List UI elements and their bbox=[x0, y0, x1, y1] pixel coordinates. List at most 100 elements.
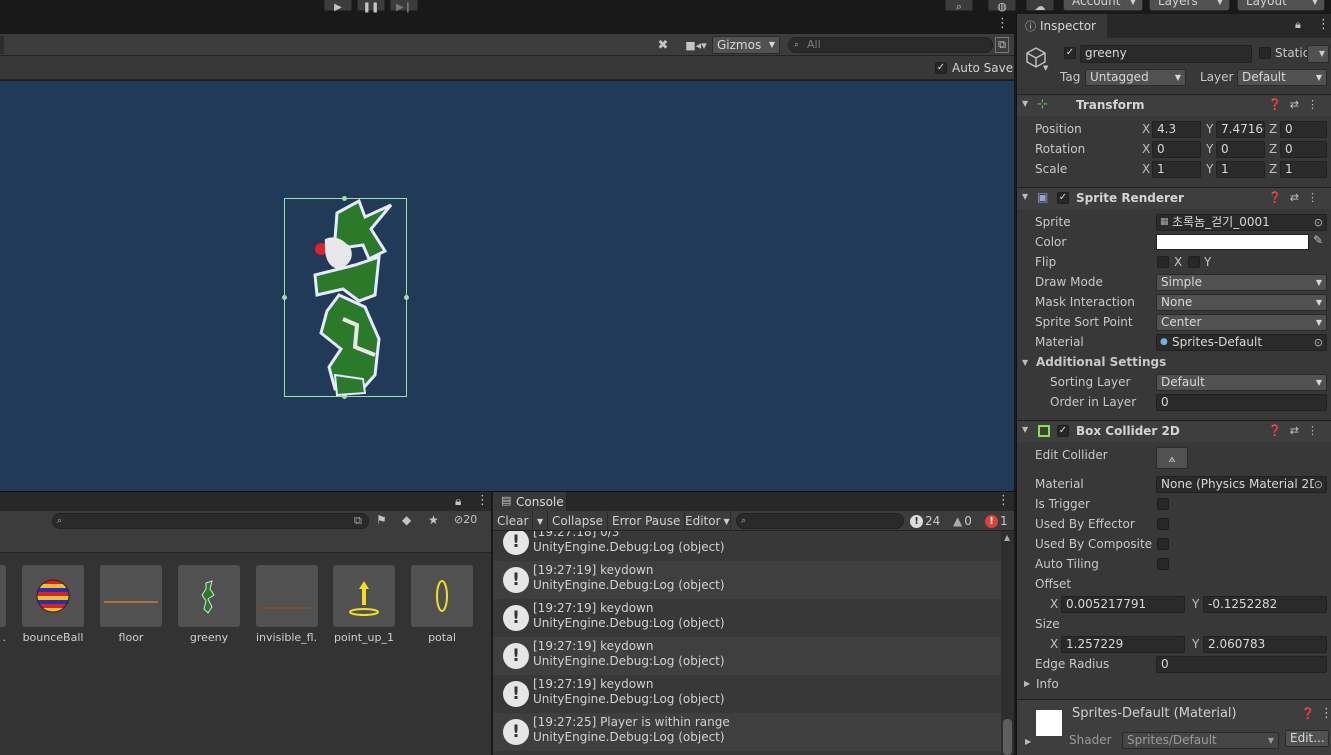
help-icon[interactable]: ❓ bbox=[1268, 424, 1290, 437]
mask-interaction-dropdown[interactable]: None ▼ bbox=[1156, 294, 1327, 311]
label-icon[interactable]: ◆ bbox=[402, 513, 411, 527]
component-actions[interactable]: ❓⇄⋮ bbox=[1268, 191, 1326, 204]
rotation-z-field[interactable]: 0 bbox=[1280, 141, 1327, 158]
filter-type-icon[interactable]: ⚑ bbox=[376, 513, 387, 527]
autosave-checkbox[interactable]: ✓ bbox=[935, 62, 947, 74]
chevron-up-icon[interactable]: ▲ bbox=[1004, 533, 1010, 542]
clear-button[interactable]: Clear bbox=[493, 511, 533, 531]
pause-button[interactable]: ❚❚ bbox=[357, 0, 385, 13]
lock-icon[interactable]: 🔒︎ bbox=[455, 494, 461, 509]
component-actions[interactable]: ❓⇄⋮ bbox=[1268, 98, 1326, 111]
collab-button[interactable]: ◍ bbox=[988, 0, 1016, 13]
project-search-input[interactable]: ⌕ ⧉ bbox=[52, 513, 369, 529]
chevron-right-icon[interactable]: ▶ bbox=[1024, 679, 1030, 688]
position-y-field[interactable]: 7.47160 bbox=[1216, 121, 1265, 138]
used-by-composite-checkbox[interactable] bbox=[1157, 538, 1169, 550]
asset-item[interactable]: potal bbox=[411, 565, 473, 644]
is-trigger-checkbox[interactable] bbox=[1157, 498, 1169, 510]
more-menu-icon[interactable]: ⋮ bbox=[1307, 98, 1326, 111]
help-icon[interactable]: ❓ bbox=[1301, 707, 1315, 720]
editor-dropdown[interactable]: Editor ▼ bbox=[681, 511, 731, 531]
layers-dropdown[interactable]: Layers ▼ bbox=[1149, 0, 1230, 11]
transform-header[interactable]: ▼ ⊹ Transform ❓⇄⋮ bbox=[1017, 94, 1331, 116]
more-menu-icon[interactable]: ⋮ bbox=[997, 493, 1010, 508]
scale-y-field[interactable]: 1 bbox=[1216, 161, 1265, 178]
static-dropdown[interactable]: ▼ bbox=[1307, 45, 1329, 63]
help-icon[interactable]: ❓ bbox=[1268, 191, 1290, 204]
log-entry[interactable]: ! [19:27:19] keydown UnityEngine.Debug:L… bbox=[493, 561, 1001, 599]
scene-search-input[interactable]: ⌕ All bbox=[788, 37, 993, 53]
box-collider-enabled-checkbox[interactable]: ✓ bbox=[1057, 425, 1069, 437]
asset-item[interactable]: point_up_1 bbox=[333, 565, 395, 644]
info-foldout[interactable]: Info bbox=[1036, 677, 1059, 691]
more-menu-icon[interactable]: ⋮ bbox=[1317, 17, 1330, 32]
error-pause-toggle[interactable]: Error Pause bbox=[608, 511, 686, 531]
object-name-field[interactable]: greeny bbox=[1080, 45, 1252, 63]
more-menu-icon[interactable]: ⋮ bbox=[1307, 191, 1326, 204]
draw-mode-dropdown[interactable]: Simple ▼ bbox=[1156, 274, 1327, 291]
layer-dropdown[interactable]: Default ▼ bbox=[1237, 69, 1327, 86]
help-icon[interactable]: ❓ bbox=[1268, 98, 1290, 111]
warning-count-toggle[interactable]: ▲ 0 bbox=[953, 512, 972, 530]
size-x-field[interactable]: 1.257229 bbox=[1061, 636, 1185, 653]
tab-inspector[interactable]: ⓘ Inspector bbox=[1017, 14, 1107, 38]
star-icon[interactable]: ★ bbox=[428, 513, 439, 527]
more-menu-icon[interactable]: ⋮ bbox=[1307, 424, 1326, 437]
static-checkbox[interactable] bbox=[1259, 47, 1271, 59]
chevron-down-icon[interactable]: ▼ bbox=[1022, 358, 1028, 367]
sprite-field[interactable]: ▦ 초록놈_걷기_0001 ⊙ bbox=[1156, 214, 1327, 231]
sorting-layer-dropdown[interactable]: Default ▼ bbox=[1156, 374, 1327, 391]
rotation-y-field[interactable]: 0 bbox=[1216, 141, 1265, 158]
selection-bounds[interactable] bbox=[282, 196, 409, 399]
edit-collider-button[interactable]: ⟑ bbox=[1156, 447, 1188, 469]
asset-item[interactable]: greeny bbox=[178, 565, 240, 644]
scrollbar-thumb[interactable] bbox=[1003, 719, 1012, 755]
tab-console[interactable]: ▤ Console bbox=[493, 492, 567, 512]
chevron-down-icon[interactable]: ▼ bbox=[1043, 64, 1048, 72]
rotation-x-field[interactable]: 0 bbox=[1152, 141, 1201, 158]
gizmos-dropdown[interactable]: Gizmos ▼ bbox=[712, 36, 780, 54]
log-count-toggle[interactable]: ! 24 bbox=[910, 512, 940, 530]
scale-z-field[interactable]: 1 bbox=[1280, 161, 1327, 178]
resize-handle[interactable] bbox=[404, 295, 409, 300]
collapse-toggle[interactable]: Collapse bbox=[548, 511, 608, 531]
box-collider-header[interactable]: ▼ ✓ Box Collider 2D ❓⇄⋮ bbox=[1017, 420, 1331, 442]
tools-icon[interactable]: ✖ bbox=[654, 36, 672, 54]
asset-item[interactable]: floor bbox=[100, 565, 162, 644]
log-entry[interactable]: ! [19:27:19] keydown UnityEngine.Debug:L… bbox=[493, 599, 1001, 637]
play-button[interactable]: ▶ bbox=[324, 0, 352, 13]
presets-icon[interactable]: ⇄ bbox=[1290, 424, 1307, 437]
account-dropdown[interactable]: Account ▼ bbox=[1063, 0, 1143, 11]
additional-settings-foldout[interactable]: Additional Settings bbox=[1036, 355, 1166, 369]
object-picker-icon[interactable]: ⊙ bbox=[1314, 335, 1323, 350]
presets-icon[interactable]: ⇄ bbox=[1290, 98, 1307, 111]
collider-material-field[interactable]: None (Physics Material 2D) ⊙ bbox=[1156, 476, 1327, 493]
log-entry[interactable]: ! [19:27:18] 0/3 UnityEngine.Debug:Log (… bbox=[493, 531, 1001, 561]
eyedropper-icon[interactable]: ✎ bbox=[1313, 233, 1323, 247]
console-scrollbar[interactable]: ▲ bbox=[1001, 531, 1014, 755]
resize-handle[interactable] bbox=[282, 295, 287, 300]
chevron-right-icon[interactable]: ▶ bbox=[1025, 737, 1031, 746]
size-y-field[interactable]: 2.060783 bbox=[1203, 636, 1327, 653]
step-button[interactable]: ▶❙ bbox=[390, 0, 418, 13]
hidden-count[interactable]: ⊘20 bbox=[454, 513, 477, 526]
active-checkbox[interactable]: ✓ bbox=[1064, 47, 1076, 59]
shader-dropdown[interactable]: Sprites/Default ▼ bbox=[1122, 732, 1279, 749]
offset-x-field[interactable]: 0.005217791 bbox=[1061, 596, 1185, 613]
more-menu-icon[interactable]: ⋮ bbox=[1320, 706, 1331, 721]
order-in-layer-field[interactable]: 0 bbox=[1156, 394, 1327, 411]
sprite-renderer-enabled-checkbox[interactable]: ✓ bbox=[1057, 192, 1069, 204]
used-by-effector-checkbox[interactable] bbox=[1157, 518, 1169, 530]
position-z-field[interactable]: 0 bbox=[1280, 121, 1327, 138]
edge-radius-field[interactable]: 0 bbox=[1156, 656, 1327, 673]
services-button[interactable]: ☁ bbox=[1026, 0, 1054, 13]
presets-icon[interactable]: ⇄ bbox=[1290, 191, 1307, 204]
flip-y-checkbox[interactable] bbox=[1188, 256, 1200, 268]
camera-icon[interactable]: ■◂▾ bbox=[681, 36, 711, 54]
scene-viewport[interactable] bbox=[0, 81, 1014, 491]
asset-item[interactable]: . bbox=[0, 565, 6, 644]
lock-icon[interactable]: 🔒︎ bbox=[1295, 18, 1301, 32]
sort-point-dropdown[interactable]: Center ▼ bbox=[1156, 314, 1327, 331]
auto-tiling-checkbox[interactable] bbox=[1157, 558, 1169, 570]
log-entry[interactable]: ! [19:27:19] keydown UnityEngine.Debug:L… bbox=[493, 675, 1001, 713]
